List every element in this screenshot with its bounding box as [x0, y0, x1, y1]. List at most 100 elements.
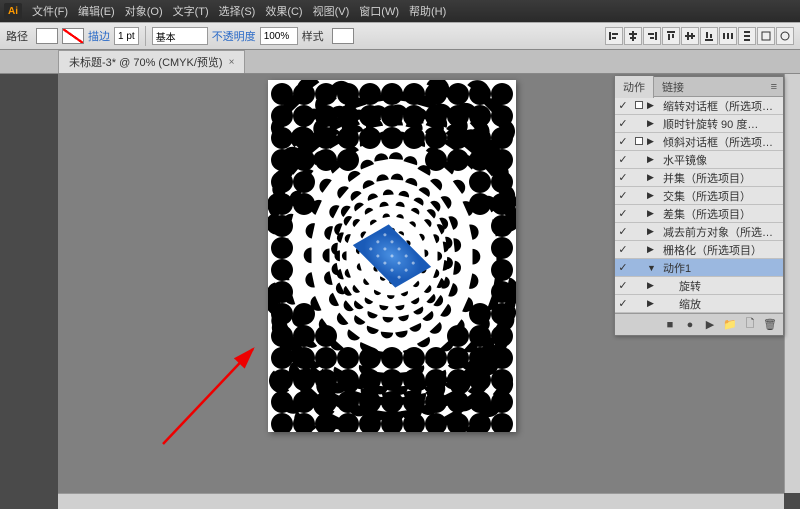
style-label: 样式 — [302, 28, 328, 44]
brush-basic-field[interactable]: 基本 — [152, 27, 208, 45]
close-tab-icon[interactable]: × — [229, 57, 235, 68]
align-vcenter-icon[interactable] — [681, 27, 699, 45]
distribute-v-icon[interactable] — [738, 27, 756, 45]
stop-icon[interactable]: ■ — [663, 318, 677, 332]
action-row[interactable]: ✓ ▶减去前方对象（所选… — [615, 223, 783, 241]
opacity-field[interactable]: 100% — [260, 27, 298, 45]
action-label: 交集（所选项目） — [661, 188, 783, 204]
expand-icon[interactable]: ▶ — [647, 298, 661, 309]
action-row[interactable]: ✓ ▶水平镜像 — [615, 151, 783, 169]
delete-icon[interactable]: 🗑 — [763, 318, 777, 332]
action-row[interactable]: ✓▶并集（所选项目） — [615, 169, 783, 187]
expand-icon[interactable]: ▼ — [647, 263, 661, 273]
action-row[interactable]: ✓ ▶差集（所选项目） — [615, 205, 783, 223]
action-row[interactable]: ✓ ▶缩转对话框（所选项… — [615, 97, 783, 115]
stroke-weight-field[interactable]: 1 pt — [114, 27, 139, 45]
expand-icon[interactable]: ▶ — [647, 208, 661, 219]
action-row[interactable]: ✓▶缩放 — [615, 295, 783, 313]
align-bottom-icon[interactable] — [700, 27, 718, 45]
toggle-check-icon[interactable]: ✓ — [615, 297, 631, 310]
toggle-check-icon[interactable]: ✓ — [615, 207, 631, 220]
style-swatch[interactable] — [332, 28, 354, 44]
align-button-group — [605, 27, 794, 45]
opacity-link[interactable]: 不透明度 — [212, 28, 256, 44]
record-icon[interactable]: ● — [683, 318, 697, 332]
action-row[interactable]: ✓ ▶交集（所选项目） — [615, 187, 783, 205]
menu-select[interactable]: 选择(S) — [215, 1, 260, 21]
expand-icon[interactable]: ▶ — [647, 154, 661, 165]
toggle-check-icon[interactable]: ✓ — [615, 171, 631, 184]
expand-icon[interactable]: ▶ — [647, 118, 661, 129]
menu-window[interactable]: 窗口(W) — [355, 1, 403, 21]
align-hcenter-icon[interactable] — [624, 27, 642, 45]
app-badge-icon: Ai — [4, 3, 22, 19]
toggle-check-icon[interactable]: ✓ — [615, 99, 631, 112]
new-action-icon[interactable]: 🗋 — [743, 318, 757, 332]
menu-edit[interactable]: 编辑(E) — [74, 1, 119, 21]
transform-icon[interactable] — [757, 27, 775, 45]
action-label: 水平镜像 — [661, 152, 783, 168]
toggle-check-icon[interactable]: ✓ — [615, 243, 631, 256]
toggle-check-icon[interactable]: ✓ — [615, 261, 631, 274]
play-icon[interactable]: ▶ — [703, 318, 717, 332]
toggle-check-icon[interactable]: ✓ — [615, 135, 631, 148]
expand-icon[interactable]: ▶ — [647, 172, 661, 183]
action-label: 顺时针旋转 90 度… — [661, 116, 783, 132]
align-left-icon[interactable] — [605, 27, 623, 45]
expand-icon[interactable]: ▶ — [647, 244, 661, 255]
stroke-link[interactable]: 描边 — [88, 28, 110, 44]
fill-swatch[interactable] — [36, 28, 58, 44]
action-row[interactable]: ✓ ▶顺时针旋转 90 度… — [615, 115, 783, 133]
toggle-check-icon[interactable]: ✓ — [615, 153, 631, 166]
artboard[interactable] — [268, 80, 516, 432]
tab-actions[interactable]: 动作 — [615, 76, 654, 98]
panel-menu-icon[interactable]: ≡ — [765, 81, 783, 93]
artwork-swirl — [268, 80, 516, 432]
align-top-icon[interactable] — [662, 27, 680, 45]
menu-file[interactable]: 文件(F) — [28, 1, 72, 21]
menu-bar: 文件(F) 编辑(E) 对象(O) 文字(T) 选择(S) 效果(C) 视图(V… — [28, 1, 450, 21]
action-label: 减去前方对象（所选… — [661, 224, 783, 240]
expand-icon[interactable]: ▶ — [647, 226, 661, 237]
document-tab[interactable]: 未标题-3* @ 70% (CMYK/预览) × — [58, 50, 245, 73]
title-bar: Ai 文件(F) 编辑(E) 对象(O) 文字(T) 选择(S) 效果(C) 视… — [0, 0, 800, 22]
dialog-toggle-icon[interactable] — [631, 100, 647, 112]
action-row[interactable]: ✓ ▼动作1 — [615, 259, 783, 277]
expand-icon[interactable]: ▶ — [647, 280, 661, 291]
action-label: 倾斜对话框（所选项… — [661, 134, 783, 150]
toggle-check-icon[interactable]: ✓ — [615, 189, 631, 202]
expand-icon[interactable]: ▶ — [647, 100, 661, 111]
action-label: 栅格化（所选项目） — [661, 242, 783, 258]
menu-view[interactable]: 视图(V) — [309, 1, 354, 21]
menu-effect[interactable]: 效果(C) — [261, 1, 306, 21]
expand-icon[interactable]: ▶ — [647, 136, 661, 147]
action-row[interactable]: ✓▶旋转 — [615, 277, 783, 295]
stroke-swatch[interactable] — [62, 28, 84, 44]
align-right-icon[interactable] — [643, 27, 661, 45]
distribute-h-icon[interactable] — [719, 27, 737, 45]
actions-panel: 动作 链接 ≡ ✓▶缩转对话框（所选项…✓▶顺时针旋转 90 度…✓▶倾斜对话框… — [614, 76, 784, 336]
panel-tab-bar: 动作 链接 ≡ — [615, 77, 783, 97]
control-bar: 路径 描边 1 pt 基本 不透明度 100% 样式 — [0, 22, 800, 50]
document-tab-bar: 未标题-3* @ 70% (CMYK/预览) × — [0, 50, 800, 74]
menu-type[interactable]: 文字(T) — [169, 1, 213, 21]
action-label: 缩转对话框（所选项… — [661, 98, 783, 114]
menu-help[interactable]: 帮助(H) — [405, 1, 450, 21]
action-label: 差集（所选项目） — [661, 206, 783, 222]
toggle-check-icon[interactable]: ✓ — [615, 225, 631, 238]
action-label: 动作1 — [661, 260, 783, 276]
new-set-icon[interactable]: 📁 — [723, 318, 737, 332]
panel-footer: ■ ● ▶ 📁 🗋 🗑 — [615, 313, 783, 335]
vertical-scrollbar[interactable] — [784, 74, 800, 493]
menu-object[interactable]: 对象(O) — [121, 1, 167, 21]
toggle-check-icon[interactable]: ✓ — [615, 117, 631, 130]
action-row[interactable]: ✓ ▶栅格化（所选项目） — [615, 241, 783, 259]
expand-icon[interactable]: ▶ — [647, 190, 661, 201]
action-list: ✓▶缩转对话框（所选项…✓▶顺时针旋转 90 度…✓▶倾斜对话框（所选项…✓▶水… — [615, 97, 783, 313]
tab-links[interactable]: 链接 — [654, 76, 692, 98]
toggle-check-icon[interactable]: ✓ — [615, 279, 631, 292]
horizontal-scrollbar[interactable] — [58, 493, 784, 509]
dialog-toggle-icon[interactable] — [631, 136, 647, 148]
action-row[interactable]: ✓ ▶倾斜对话框（所选项… — [615, 133, 783, 151]
isolate-icon[interactable] — [776, 27, 794, 45]
